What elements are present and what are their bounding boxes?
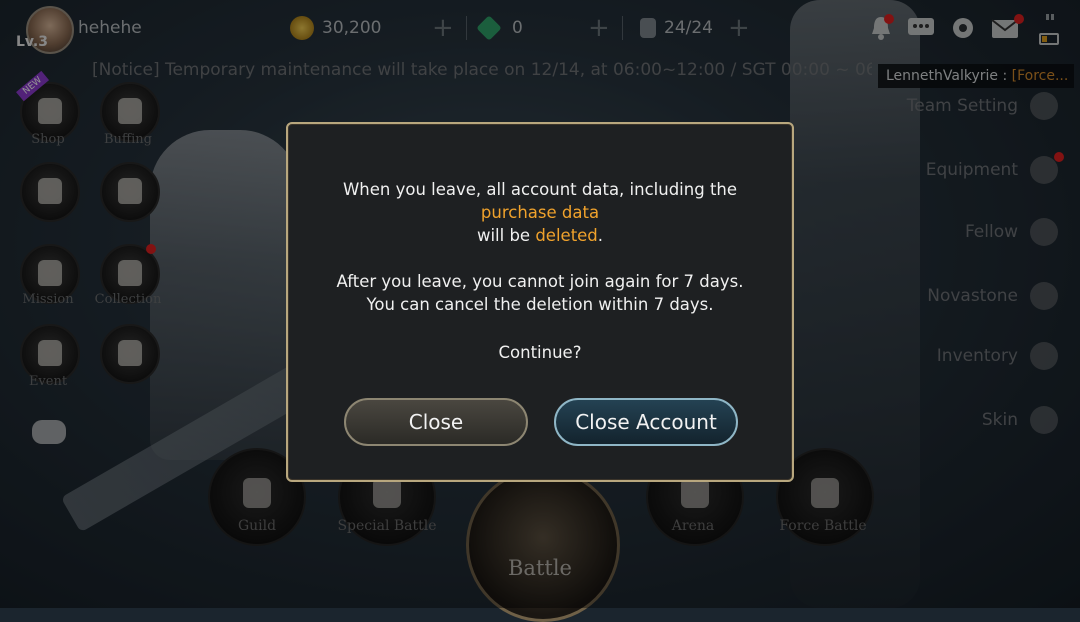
dialog-highlight-deleted: deleted: [535, 226, 598, 245]
dialog-line-3-pre: will be: [476, 226, 536, 245]
dialog-line-3-post: .: [597, 226, 604, 245]
close-button[interactable]: Close: [344, 398, 528, 446]
dialog-line-4: After you leave, you cannot join again f…: [336, 272, 744, 291]
close-account-button[interactable]: Close Account: [554, 398, 738, 446]
close-account-dialog: When you leave, all account data, includ…: [286, 122, 794, 482]
dialog-question: Continue?: [498, 343, 582, 362]
dialog-line-5: You can cancel the deletion within 7 day…: [366, 295, 714, 314]
dialog-line-3: will be deleted.: [288, 224, 792, 247]
dialog-highlight-purchase: purchase data: [480, 203, 600, 222]
dialog-line-1: When you leave, all account data, includ…: [342, 180, 738, 199]
